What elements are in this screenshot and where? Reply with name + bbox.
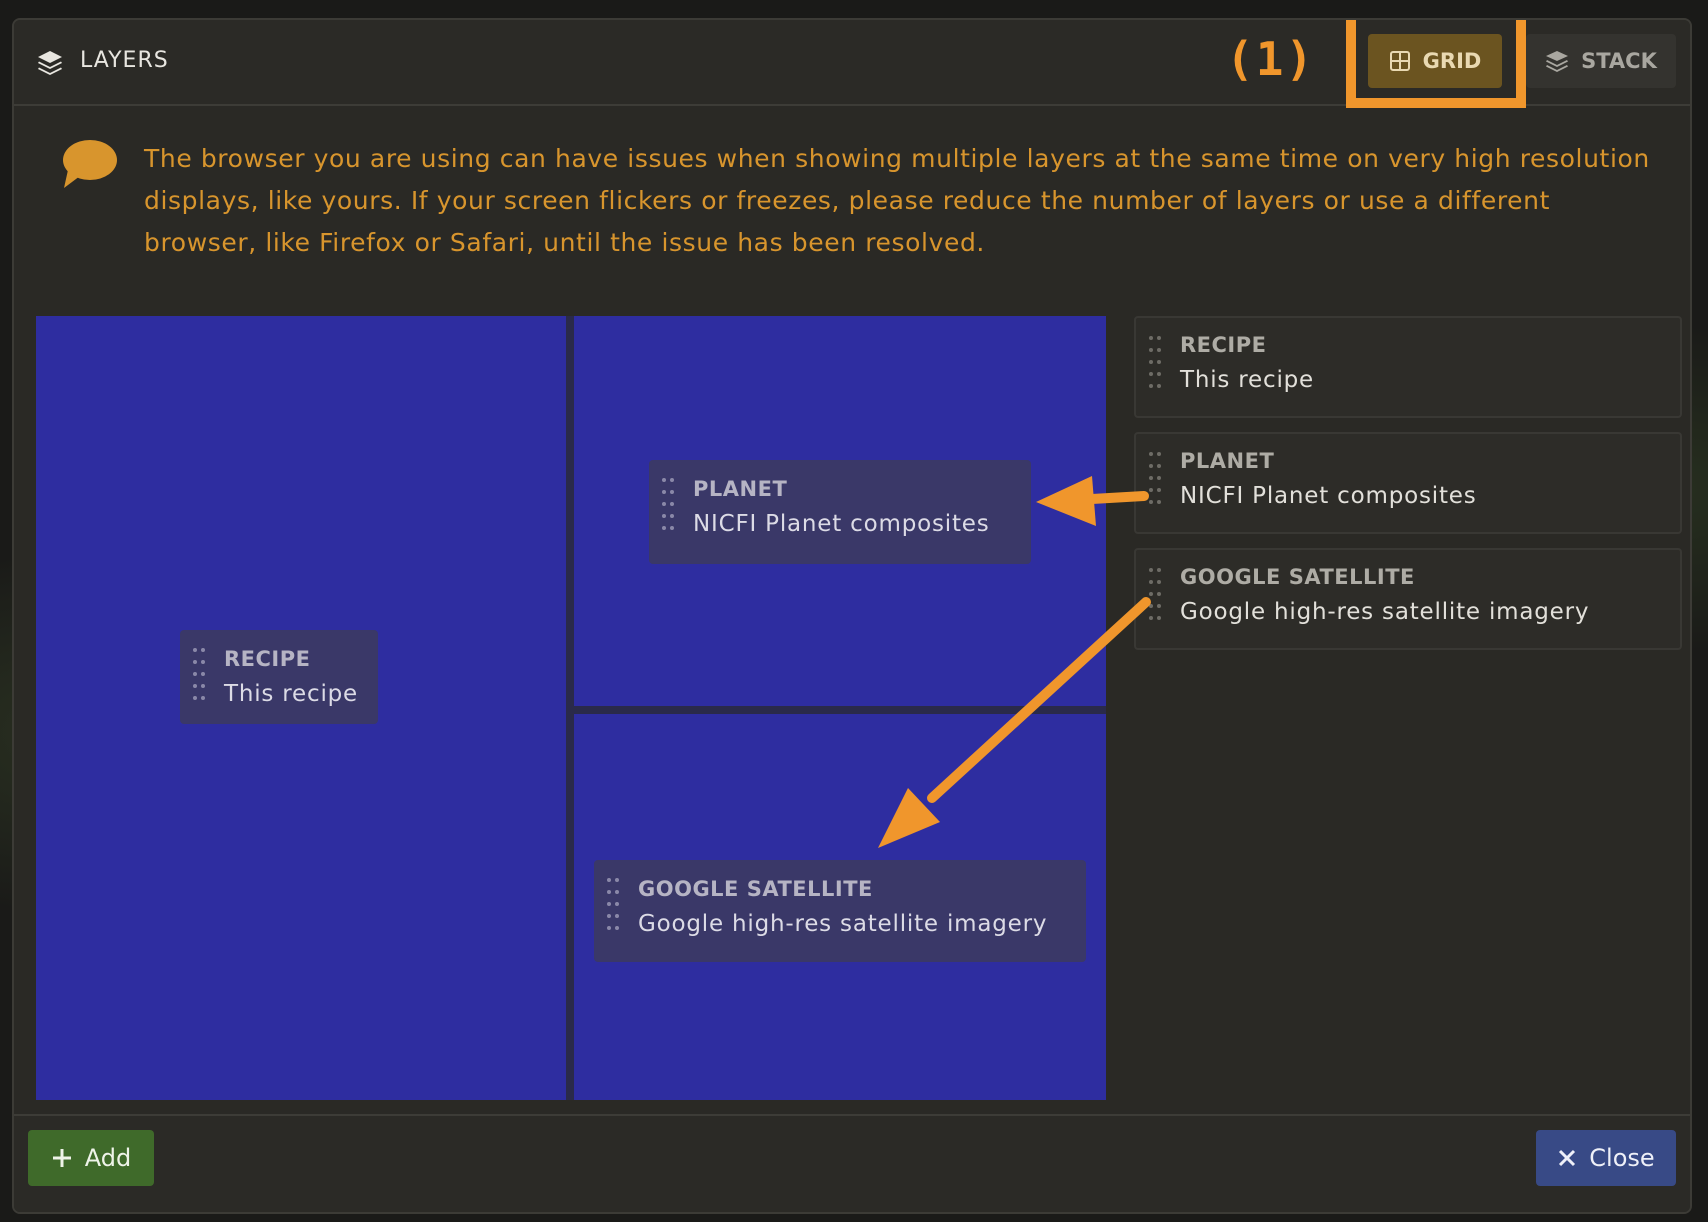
speech-bubble-icon [63,140,117,188]
stack-icon [1546,51,1569,72]
layer-description: Google high-res satellite imagery [638,911,1048,937]
layer-list-item-recipe[interactable]: RECIPE This recipe [1134,316,1682,418]
grid-divider-horizontal [574,706,1106,714]
layer-type: GOOGLE SATELLITE [638,877,873,901]
layer-list-item-google-satellite[interactable]: GOOGLE SATELLITE Google high-res satelli… [1134,548,1682,650]
layer-type: GOOGLE SATELLITE [1180,565,1415,589]
add-layer-label: Add [84,1144,132,1172]
annotation-highlight-box [1346,20,1526,108]
plus-icon [52,1149,71,1167]
annotation-label: (1) [1226,32,1316,86]
drag-handle-icon[interactable] [192,646,206,710]
drag-handle-icon[interactable] [661,476,675,540]
layer-type: RECIPE [1180,333,1267,357]
grid-cell-planet[interactable]: PLANET NICFI Planet composites [574,316,1106,706]
layer-list-item-planet[interactable]: PLANET NICFI Planet composites [1134,432,1682,534]
layer-description: This recipe [224,681,358,707]
browser-warning-message: The browser you are using can have issue… [144,144,1650,257]
layers-dialog: LAYERS (1) GRID STACK The browser you ar… [12,18,1692,1214]
grid-cell-recipe[interactable]: RECIPE This recipe [36,316,566,1100]
dialog-title: LAYERS [80,48,169,73]
stack-view-label: STACK [1581,49,1657,73]
close-label: Close [1589,1144,1655,1172]
dialog-footer: Add Close [14,1114,1690,1212]
layer-type: PLANET [1180,449,1275,473]
drag-handle-icon[interactable] [1148,334,1162,398]
stack-view-button[interactable]: STACK [1526,34,1676,88]
grid-layer-card[interactable]: GOOGLE SATELLITE Google high-res satelli… [594,860,1086,962]
grid-divider-vertical [566,316,574,1100]
drag-handle-icon[interactable] [1148,566,1162,630]
dialog-header: LAYERS (1) GRID STACK [14,20,1690,108]
grid-cell-google-satellite[interactable]: GOOGLE SATELLITE Google high-res satelli… [574,714,1106,1100]
layer-type: RECIPE [224,647,311,671]
add-layer-button[interactable]: Add [28,1130,154,1186]
grid-layer-card[interactable]: RECIPE This recipe [180,630,378,724]
layer-description: Google high-res satellite imagery [1180,599,1590,625]
layer-description: NICFI Planet composites [1180,483,1477,509]
layer-description: This recipe [1180,367,1314,393]
grid-layer-card[interactable]: PLANET NICFI Planet composites [649,460,1031,564]
layers-icon [38,51,62,75]
close-button[interactable]: Close [1536,1130,1676,1186]
layer-type: PLANET [693,477,788,501]
layer-description: NICFI Planet composites [693,511,990,537]
drag-handle-icon[interactable] [606,876,620,940]
close-icon [1559,1149,1576,1167]
drag-handle-icon[interactable] [1148,450,1162,514]
